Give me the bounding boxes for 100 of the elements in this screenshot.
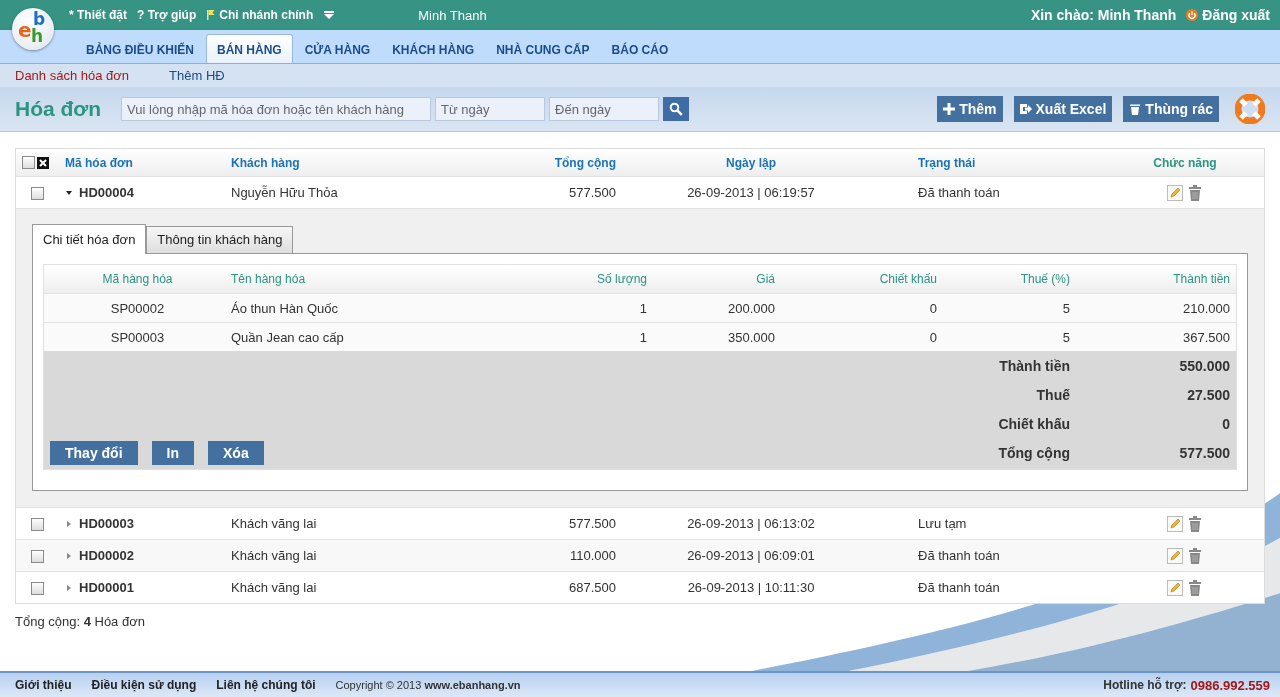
invoice-total: 110.000 xyxy=(569,548,616,563)
footer-link[interactable]: Giới thiệu xyxy=(15,678,72,692)
item-name: Áo thun Hàn Quốc xyxy=(231,300,338,316)
flag-icon xyxy=(206,9,217,21)
item-amount: 210.000 xyxy=(1183,300,1230,316)
power-icon[interactable] xyxy=(1186,9,1199,21)
detail-tab[interactable]: Chi tiết hóa đơn xyxy=(32,224,147,254)
detail-action-button[interactable]: In xyxy=(151,441,194,465)
summary-value: 550.000 xyxy=(1178,357,1230,374)
trash-icon[interactable] xyxy=(1187,515,1203,532)
clear-selection-icon[interactable] xyxy=(37,156,49,169)
customer-name: Nguyễn Hữu Thỏa xyxy=(231,185,338,200)
trash-icon[interactable] xyxy=(1187,547,1203,564)
invoice-date: 26-09-2013 | 06:09:01 xyxy=(687,548,815,563)
customer-name: Khách vãng lai xyxy=(231,516,317,531)
select-all-checkbox[interactable] xyxy=(22,156,35,169)
invoice-count: Tổng cộng: 4 Hóa đơn xyxy=(15,614,146,629)
column-header: Chức năng xyxy=(1153,155,1217,170)
invoice-code: HD00003 xyxy=(79,516,134,531)
detail-action-button[interactable]: Thay đổi xyxy=(50,441,138,465)
branch-dropdown[interactable]: Chi nhánh chính xyxy=(219,8,314,22)
search-field[interactable]: Vui lòng nhập mã hóa đơn hoặc tên khách hàng xyxy=(121,97,432,121)
summary-value: 577.500 xyxy=(1178,444,1230,461)
item-discount: 0 xyxy=(929,300,937,316)
item-tax: 5 xyxy=(1062,300,1070,316)
invoice-date: 26-09-2013 | 10:11:30 xyxy=(687,580,815,595)
to-date-field[interactable]: Đến ngày xyxy=(549,97,660,121)
expand-caret-icon[interactable] xyxy=(65,188,73,197)
nav-tab[interactable]: BẢNG ĐIỀU KHIỂN xyxy=(76,35,204,63)
lifebuoy-icon[interactable] xyxy=(1235,94,1265,124)
invoice-status: Lưu tạm xyxy=(918,516,967,531)
row-checkbox[interactable] xyxy=(31,550,44,564)
column-header: Giá xyxy=(756,272,775,286)
item-code: SP00003 xyxy=(110,329,165,345)
invoice-status: Đã thanh toán xyxy=(918,580,1000,595)
nav-tab[interactable]: NHÀ CUNG CẤP xyxy=(486,35,600,63)
trash-icon[interactable] xyxy=(1187,579,1203,596)
nav-tab[interactable]: BÁO CÁO xyxy=(601,35,679,63)
sub-nav-link[interactable]: Danh sách hóa đơn xyxy=(15,68,130,83)
column-header: Thuế (%) xyxy=(1020,272,1070,286)
hotline-number: 0986.992.559 xyxy=(1190,677,1270,693)
footer-link[interactable]: Điều kiện sử dụng xyxy=(91,678,197,692)
search-icon xyxy=(669,102,684,116)
logout-link[interactable]: Đăng xuất xyxy=(1202,7,1270,23)
item-code: SP00002 xyxy=(110,300,165,316)
plus-icon xyxy=(943,103,956,115)
top-link[interactable]: ? Trợ giúp xyxy=(137,8,197,22)
item-name: Quần Jean cao cấp xyxy=(231,329,344,345)
row-checkbox[interactable] xyxy=(31,187,44,201)
add-button[interactable]: Thêm xyxy=(937,96,1003,122)
invoice-date: 26-09-2013 | 06:13:02 xyxy=(687,516,815,531)
summary-label: Thuế xyxy=(1035,386,1070,403)
customer-name: Khách vãng lai xyxy=(231,580,317,595)
invoice-code: HD00002 xyxy=(79,548,134,563)
nav-tab[interactable]: CỬA HÀNG xyxy=(294,35,381,63)
summary-value: 27.500 xyxy=(1186,386,1230,403)
nav-tab[interactable]: BÁN HÀNG xyxy=(206,34,293,63)
detail-tab[interactable]: Thông tin khách hàng xyxy=(146,226,294,253)
page-title: Hóa đơn xyxy=(15,97,102,121)
export-icon xyxy=(1019,103,1032,115)
logo-letter: b xyxy=(33,11,46,28)
invoice-status: Đã thanh toán xyxy=(918,185,1000,200)
logo-letter: e xyxy=(18,20,32,40)
copyright: Copyright © 2013 www.ebanhang.vn xyxy=(335,679,521,691)
sub-nav-link[interactable]: Thêm HĐ xyxy=(169,68,225,83)
trash-button[interactable]: Thùng rác xyxy=(1123,96,1219,122)
invoice-total: 577.500 xyxy=(569,185,616,200)
column-header[interactable]: Trạng thái xyxy=(918,155,976,170)
invoice-date: 26-09-2013 | 06:19:57 xyxy=(687,185,815,200)
item-tax: 5 xyxy=(1062,329,1070,345)
item-discount: 0 xyxy=(929,329,937,345)
edit-icon[interactable] xyxy=(1167,579,1183,596)
detail-action-button[interactable]: Xóa xyxy=(208,441,264,465)
summary-value: 0 xyxy=(1221,415,1230,432)
column-header: Thành tiền xyxy=(1173,272,1230,286)
trash-icon[interactable] xyxy=(1187,184,1203,201)
item-price: 350.000 xyxy=(728,329,775,345)
edit-icon[interactable] xyxy=(1167,515,1183,532)
nav-tab[interactable]: KHÁCH HÀNG xyxy=(382,35,485,63)
item-quantity: 1 xyxy=(639,329,647,345)
invoice-status: Đã thanh toán xyxy=(918,548,1000,563)
row-checkbox[interactable] xyxy=(31,518,44,532)
item-quantity: 1 xyxy=(639,300,647,316)
from-date-field[interactable]: Từ ngày xyxy=(435,97,546,121)
column-header[interactable]: Khách hàng xyxy=(231,155,300,170)
column-header: Mã hàng hóa xyxy=(102,272,173,286)
column-header: Số lượng xyxy=(597,272,647,286)
footer-link[interactable]: Liên hệ chúng tôi xyxy=(216,678,316,692)
top-link[interactable]: * Thiết đặt xyxy=(69,8,127,22)
edit-icon[interactable] xyxy=(1167,547,1183,564)
column-header[interactable]: Tổng cộng xyxy=(554,155,616,170)
item-price: 200.000 xyxy=(728,300,775,316)
column-header[interactable]: Ngày lập xyxy=(726,155,776,170)
invoice-total: 687.500 xyxy=(569,580,616,595)
column-header[interactable]: Mã hóa đơn xyxy=(65,155,133,170)
edit-icon[interactable] xyxy=(1167,184,1183,201)
export-button[interactable]: Xuất Excel xyxy=(1013,96,1113,122)
search-button[interactable] xyxy=(663,97,690,121)
row-checkbox[interactable] xyxy=(31,582,44,596)
caret-icon[interactable] xyxy=(324,10,335,20)
